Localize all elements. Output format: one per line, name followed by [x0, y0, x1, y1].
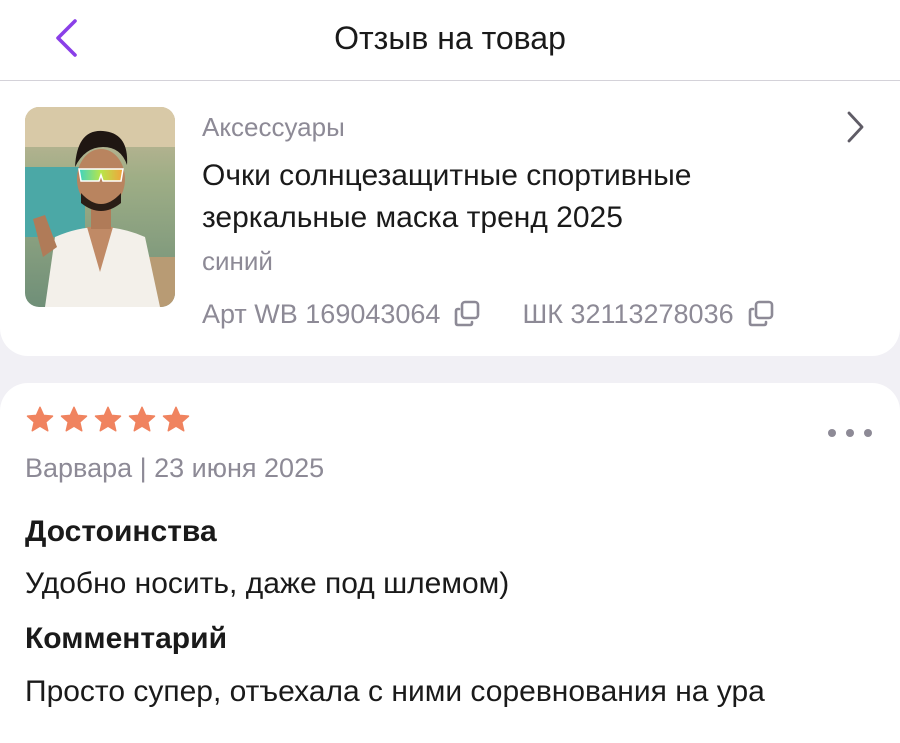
review-card: Варвара | 23 июня 2025 Достоинства Удобн…: [0, 383, 900, 743]
more-horizontal-icon: [864, 429, 872, 437]
product-category: Аксессуары: [202, 112, 345, 142]
page-title: Отзыв на товар: [334, 20, 566, 56]
barcode-label: ШК 32113278036: [522, 299, 734, 329]
header-bar: Отзыв на товар: [0, 0, 900, 81]
more-horizontal-icon: [846, 429, 854, 437]
article-code-label: Арт WB 169043064: [202, 299, 441, 329]
barcode-code: ШК 32113278036: [522, 297, 775, 331]
copy-article-button[interactable]: [452, 299, 482, 329]
more-horizontal-icon: [828, 429, 836, 437]
star-icon: [93, 405, 123, 435]
star-icon: [127, 405, 157, 435]
copy-icon: [455, 300, 480, 327]
copy-barcode-button[interactable]: [746, 299, 776, 329]
product-card[interactable]: Аксессуары Очки солнцезащитные спортивны…: [0, 81, 900, 356]
product-title: Очки солнцезащитные спортивные зеркальны…: [202, 159, 692, 234]
chevron-right-icon: [847, 111, 864, 143]
product-image[interactable]: [25, 107, 175, 307]
more-options-button[interactable]: [828, 421, 872, 445]
review-author-date: Варвара | 23 июня 2025: [25, 453, 325, 483]
comment-heading: Комментарий: [25, 622, 228, 655]
star-icon: [59, 405, 89, 435]
open-product-button[interactable]: [840, 109, 870, 145]
rating-stars: [25, 405, 195, 435]
article-code: Арт WB 169043064: [202, 297, 482, 331]
product-variant: синий: [202, 246, 273, 276]
copy-icon: [748, 300, 773, 327]
star-icon: [161, 405, 191, 435]
pros-text: Удобно носить, даже под шлемом): [25, 567, 510, 600]
pros-heading: Достоинства: [25, 515, 217, 548]
comment-text: Просто супер, отъехала с ними соревнован…: [25, 675, 765, 708]
product-codes: Арт WB 169043064 ШК 32113278036: [202, 296, 776, 332]
star-icon: [25, 405, 55, 435]
